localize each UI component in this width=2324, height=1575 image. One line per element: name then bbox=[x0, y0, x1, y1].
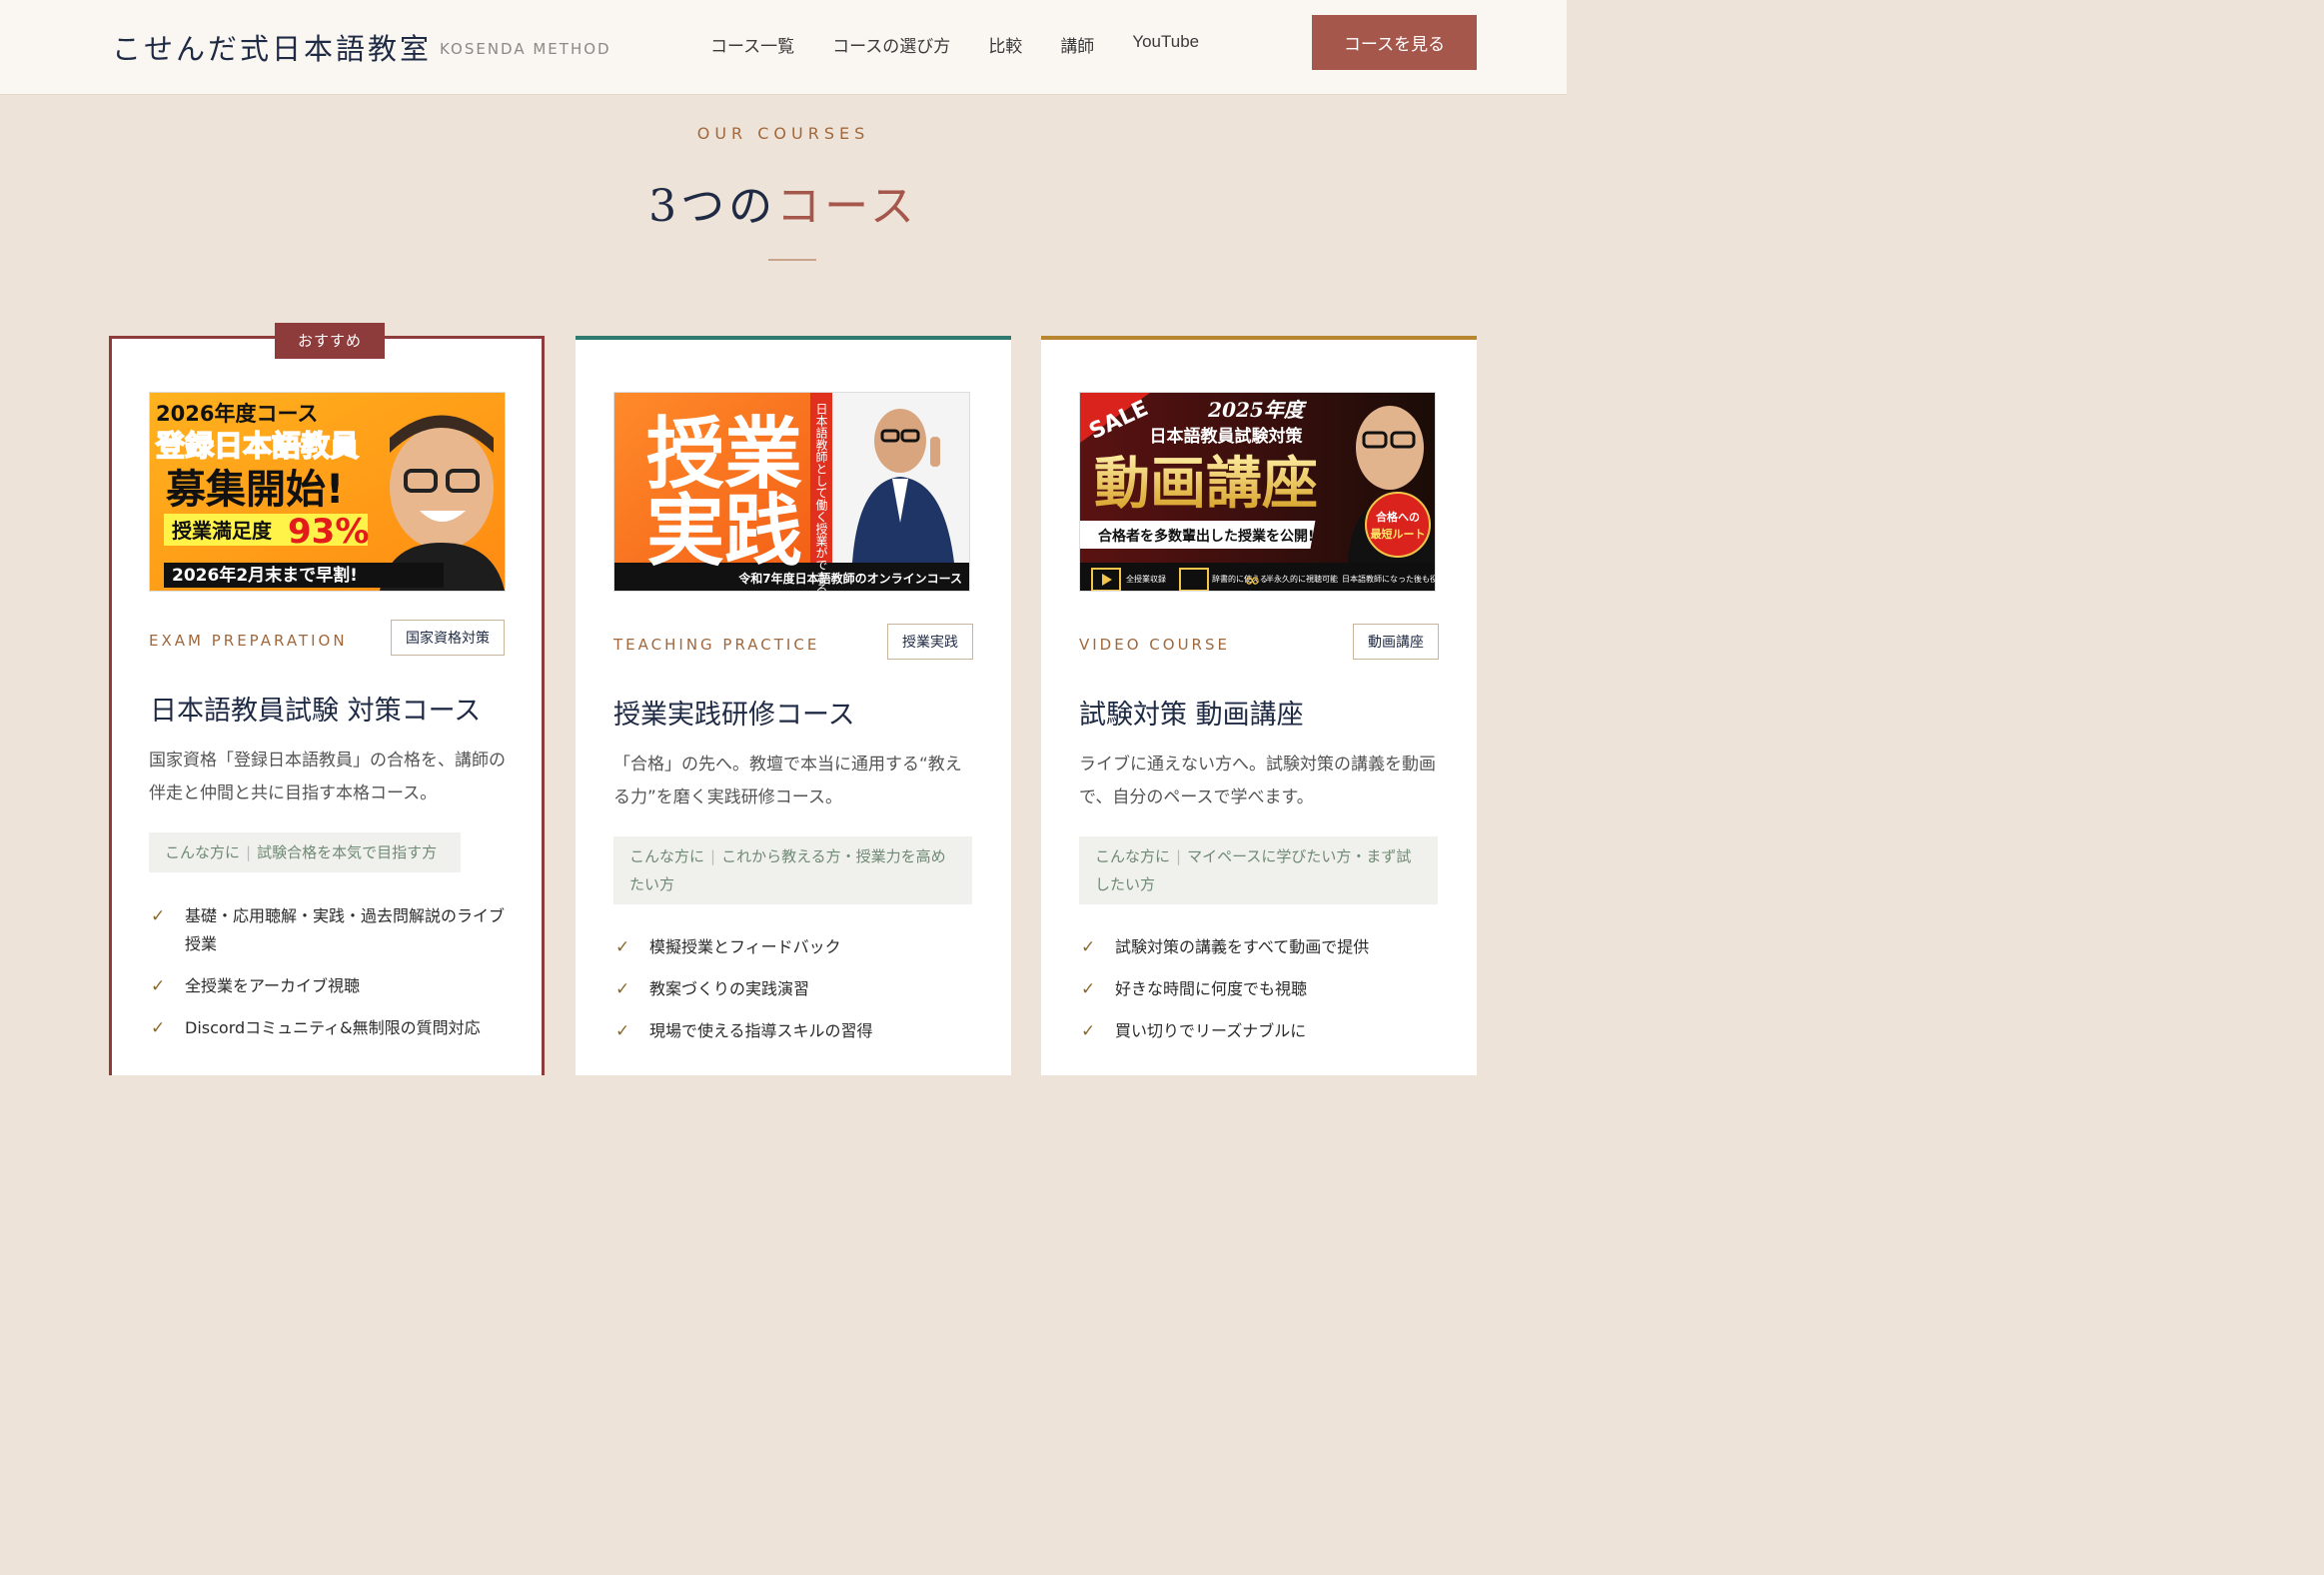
view-courses-button[interactable]: コースを見る bbox=[1312, 15, 1477, 70]
thumb-icon-label: 半永久的に視聴可能 bbox=[1266, 574, 1338, 584]
feature-text: 模擬授業とフィードバック bbox=[649, 937, 841, 956]
list-item: ✓ 試験対策の講義をすべて動画で提供 bbox=[1079, 933, 1439, 961]
list-item: ✓ 教案づくりの実践演習 bbox=[613, 975, 973, 1003]
target-label: こんな方に bbox=[1095, 847, 1171, 865]
course-category-en: VIDEO COURSE bbox=[1079, 636, 1230, 654]
check-icon: ✓ bbox=[151, 1018, 166, 1038]
list-item: ✓ 全授業をアーカイブ視聴 bbox=[149, 972, 509, 1000]
check-icon: ✓ bbox=[151, 906, 166, 926]
course-title[interactable]: 試験対策 動画講座 bbox=[1079, 693, 1304, 732]
list-item: ✓ 基礎・応用聴解・実践・過去問解説のライブ授業 bbox=[149, 902, 509, 958]
thumb-text-1: 2026年度コース bbox=[156, 402, 318, 426]
thumb-bottom-text: 令和7年度日本語教師のオンラインコース bbox=[737, 571, 962, 586]
course-category-en: TEACHING PRACTICE bbox=[613, 636, 820, 654]
thumb-text-4: 授業満足度 bbox=[172, 519, 273, 543]
site-header: こせんだ式日本語教室 KOSENDA METHOD コース一覧 コースの選び方 … bbox=[0, 0, 1567, 95]
list-item: ✓ 模擬授業とフィードバック bbox=[613, 933, 973, 961]
nav-youtube[interactable]: YouTube bbox=[1132, 32, 1199, 57]
thumb-circle-2: 最短ルート bbox=[1371, 527, 1426, 541]
target-audience: こんな方に | 試験合格を本気で目指す方 bbox=[149, 832, 461, 872]
list-item: ✓ 好きな時間に何度でも視聴 bbox=[1079, 975, 1439, 1003]
course-description: ライブに通えない方へ。試験対策の講義を動画で、自分のペースで学べます。 bbox=[1079, 755, 1436, 807]
feature-list: ✓ 試験対策の講義をすべて動画で提供 ✓ 好きな時間に何度でも視聴 ✓ 買い切りでリー… bbox=[1079, 933, 1439, 1059]
feature-text: 試験対策の講義をすべて動画で提供 bbox=[1115, 937, 1370, 956]
course-tag: 国家資格対策 bbox=[391, 620, 505, 656]
section-title-part-b: コース bbox=[776, 181, 918, 232]
check-icon: ✓ bbox=[1081, 979, 1096, 999]
feature-list: ✓ 模擬授業とフィードバック ✓ 教案づくりの実践演習 ✓ 現場で使える指導スキルの習… bbox=[613, 933, 973, 1059]
feature-text: 買い切りでリーズナブルに bbox=[1115, 1021, 1307, 1040]
check-icon: ✓ bbox=[615, 979, 630, 999]
course-thumbnail[interactable]: 授業 実践 日本語教師として働く授業ができるように! 令和7年度日本語教師のオン… bbox=[613, 392, 970, 592]
target-label: こんな方に bbox=[629, 847, 705, 865]
section-title-part-a: 3つの bbox=[648, 181, 777, 232]
nav-course-list[interactable]: コース一覧 bbox=[710, 32, 794, 57]
thumb-side-text: 日本語教師として働く授業ができるように! bbox=[814, 403, 828, 592]
thumb-text-2: 登録日本語教員 bbox=[155, 429, 359, 463]
separator: | bbox=[1176, 847, 1182, 865]
course-description: 「合格」の先へ。教壇で本当に通用する“教える力”を磨く実践研修コース。 bbox=[613, 755, 962, 807]
feature-list: ✓ 基礎・応用聴解・実践・過去問解説のライブ授業 ✓ 全授業をアーカイブ視聴 ✓ Di… bbox=[149, 902, 509, 1056]
check-icon: ✓ bbox=[1081, 937, 1096, 957]
recommended-badge: おすすめ bbox=[275, 323, 385, 359]
course-thumbnail[interactable]: SALE 合格への 最短ルート 2025年度 日本語教員試験対策 動画講座 合格… bbox=[1079, 392, 1436, 592]
course-card-video[interactable]: SALE 合格への 最短ルート 2025年度 日本語教員試験対策 動画講座 合格… bbox=[1041, 336, 1477, 1075]
feature-text: 現場で使える指導スキルの習得 bbox=[649, 1021, 873, 1040]
thumb-text-big-2: 実践 bbox=[646, 486, 802, 577]
nav-how-to-choose[interactable]: コースの選び方 bbox=[832, 32, 950, 57]
feature-text: Discordコミュニティ&無制限の質問対応 bbox=[185, 1018, 481, 1037]
thumb-text-3: 募集開始! bbox=[165, 467, 344, 513]
feature-text: 基礎・応用聴解・実践・過去問解説のライブ授業 bbox=[185, 906, 506, 953]
thumb-icon-label: 全授業収録 bbox=[1126, 574, 1166, 584]
site-logo[interactable]: こせんだ式日本語教室 bbox=[112, 26, 432, 68]
thumb-icon-label: 日本語教師になった後も役立つ bbox=[1342, 574, 1436, 584]
course-description: 国家資格「登録日本語教員」の合格を、講師の伴走と仲間と共に目指す本格コース。 bbox=[149, 751, 506, 803]
title-divider bbox=[768, 259, 816, 261]
thumb-text-4b: 93% bbox=[288, 512, 369, 552]
list-item: ✓ 現場で使える指導スキルの習得 bbox=[613, 1017, 973, 1045]
infinity-icon: ∞ bbox=[1244, 568, 1261, 592]
check-icon: ✓ bbox=[1081, 1021, 1096, 1041]
target-audience: こんな方に | マイペースに学びたい方・まず試したい方 bbox=[1079, 836, 1438, 904]
feature-text: 全授業をアーカイブ視聴 bbox=[185, 976, 361, 995]
nav-instructor[interactable]: 講師 bbox=[1060, 32, 1094, 57]
thumb-year: 2025年度 bbox=[1207, 398, 1308, 422]
feature-text: 好きな時間に何度でも視聴 bbox=[1115, 979, 1308, 998]
target-audience: こんな方に | これから教える方・授業力を高めたい方 bbox=[613, 836, 972, 904]
course-title[interactable]: 日本語教員試験 対策コース bbox=[150, 689, 481, 728]
logo-subtitle: KOSENDA METHOD bbox=[440, 40, 611, 58]
separator: | bbox=[246, 843, 252, 861]
course-card-teaching[interactable]: 授業 実践 日本語教師として働く授業ができるように! 令和7年度日本語教師のオン… bbox=[576, 336, 1011, 1075]
target-label: こんな方に bbox=[165, 843, 241, 861]
nav-compare[interactable]: 比較 bbox=[988, 32, 1022, 57]
section-title: 3つのコース bbox=[0, 170, 1567, 234]
course-tag: 授業実践 bbox=[887, 624, 973, 660]
thumb-strip: 合格者を多数輩出した授業を公開! bbox=[1098, 528, 1314, 545]
course-card-exam[interactable]: おすすめ 2026年度コース 登録日本語教員 募集開始! 授業満足度 93% 2… bbox=[109, 323, 545, 1075]
thumb-sub: 日本語教員試験対策 bbox=[1150, 426, 1304, 447]
course-thumbnail[interactable]: 2026年度コース 登録日本語教員 募集開始! 授業満足度 93% 2026年2… bbox=[149, 392, 506, 592]
main-nav: コース一覧 コースの選び方 比較 講師 YouTube bbox=[710, 32, 1237, 57]
list-item: ✓ 買い切りでリーズナブルに bbox=[1079, 1017, 1439, 1045]
list-item: ✓ Discordコミュニティ&無制限の質問対応 bbox=[149, 1014, 509, 1042]
thumb-text-5: 2026年2月末まで早割! bbox=[172, 565, 358, 586]
check-icon: ✓ bbox=[615, 937, 630, 957]
check-icon: ✓ bbox=[151, 976, 166, 996]
thumb-circle: 合格への bbox=[1376, 510, 1420, 524]
course-category-en: EXAM PREPARATION bbox=[149, 632, 348, 650]
target-text: 試験合格を本気で目指す方 bbox=[257, 843, 438, 861]
separator: | bbox=[710, 847, 716, 865]
course-title[interactable]: 授業実践研修コース bbox=[613, 693, 855, 732]
section-eyebrow: OUR COURSES bbox=[696, 124, 870, 143]
check-icon: ✓ bbox=[615, 1021, 630, 1041]
feature-text: 教案づくりの実践演習 bbox=[649, 979, 810, 998]
course-tag: 動画講座 bbox=[1353, 624, 1439, 660]
thumb-big: 動画講座 bbox=[1094, 451, 1318, 517]
